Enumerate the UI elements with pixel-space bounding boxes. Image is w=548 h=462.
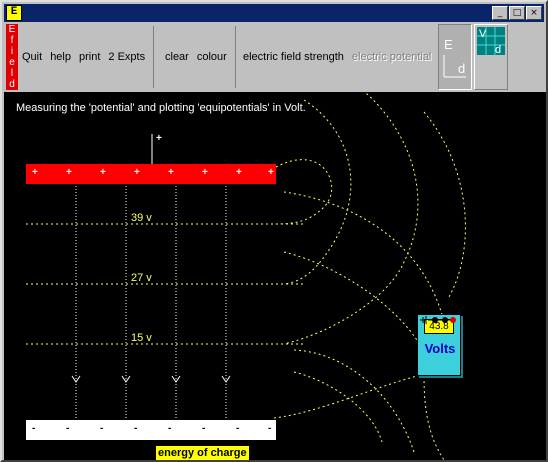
minus-sign: - xyxy=(236,423,240,434)
positive-plate: + + + + + + + + xyxy=(26,164,276,184)
equipotential-label: 27 v xyxy=(131,272,152,284)
field-mode-icon: E d xyxy=(443,37,466,78)
potential-mode-letter-d: d xyxy=(495,44,501,56)
negative-plate: - - - - - - - - xyxy=(26,420,276,440)
help-menu-item[interactable]: help xyxy=(46,51,75,63)
fringe-equipotentials xyxy=(273,92,466,460)
efield-logo: E f i e l d xyxy=(6,24,18,90)
print-menu-item[interactable]: print xyxy=(75,51,104,63)
minus-sign: - xyxy=(268,423,272,434)
minus-sign: - xyxy=(66,423,70,434)
plus-sign: + xyxy=(32,167,38,178)
plus-sign: + xyxy=(100,167,106,178)
mode-menu-group: electric field strength electric potenti… xyxy=(239,26,439,88)
energy-of-charge-label[interactable]: energy of charge xyxy=(156,446,249,460)
equipotential-label: 39 v xyxy=(131,212,152,224)
voltmeter[interactable]: 43.8 Volts xyxy=(417,314,461,376)
voltmeter-terminals-icon xyxy=(420,316,456,324)
plus-sign: + xyxy=(268,167,274,178)
field-lines-overlay xyxy=(26,92,466,460)
voltmeter-label: Volts xyxy=(424,341,456,356)
minus-sign: - xyxy=(100,423,104,434)
plus-sign: + xyxy=(134,167,140,178)
edit-menu-group: clear colour xyxy=(161,26,236,88)
field-mode-letter-e: E xyxy=(444,37,453,52)
logo-letter: l xyxy=(10,68,14,79)
test-charge[interactable]: + xyxy=(156,133,162,144)
file-menu-group: Quit help print 2 Expts xyxy=(18,26,155,88)
plus-sign: + xyxy=(236,167,242,178)
title-bar[interactable]: E _ □ × xyxy=(4,4,544,22)
app-window: E _ □ × E f i e l d Quit help print 2 Ex… xyxy=(0,0,548,462)
quit-menu-item[interactable]: Quit xyxy=(18,51,46,63)
field-mode-button[interactable]: E d xyxy=(438,24,472,90)
close-button[interactable]: × xyxy=(526,6,542,20)
potential-menu-item[interactable]: electric potential xyxy=(348,51,436,63)
minus-sign: - xyxy=(134,423,138,434)
maximize-button[interactable]: □ xyxy=(509,6,525,20)
potential-mode-button[interactable]: V d xyxy=(474,24,508,90)
minus-sign: - xyxy=(202,423,206,434)
colour-menu-item[interactable]: colour xyxy=(193,51,231,63)
clear-menu-item[interactable]: clear xyxy=(161,51,193,63)
logo-letter: e xyxy=(9,57,15,68)
logo-letter: i xyxy=(10,46,14,57)
simulation-canvas[interactable]: Measuring the 'potential' and plotting '… xyxy=(4,92,546,460)
logo-letter: f xyxy=(10,35,14,46)
canvas-heading: Measuring the 'potential' and plotting '… xyxy=(16,102,306,114)
plus-sign: + xyxy=(168,167,174,178)
app-icon[interactable]: E xyxy=(6,5,22,21)
logo-letter: E xyxy=(8,24,16,35)
plus-sign: + xyxy=(66,167,72,178)
logo-letter: d xyxy=(9,79,15,90)
minimize-button[interactable]: _ xyxy=(492,6,508,20)
field-mode-letter-d: d xyxy=(458,61,465,76)
plus-sign: + xyxy=(202,167,208,178)
potential-grid-icon: V d xyxy=(477,27,505,56)
expts-menu-item[interactable]: 2 Expts xyxy=(104,51,149,63)
minus-sign: - xyxy=(32,423,36,434)
equipotential-label: 15 v xyxy=(131,332,152,344)
field-arrows xyxy=(71,375,231,383)
field-strength-menu-item[interactable]: electric field strength xyxy=(239,51,348,63)
minus-sign: - xyxy=(168,423,172,434)
potential-mode-letter-v: V xyxy=(479,28,487,40)
toolbar: E f i e l d Quit help print 2 Expts clea… xyxy=(4,22,544,92)
